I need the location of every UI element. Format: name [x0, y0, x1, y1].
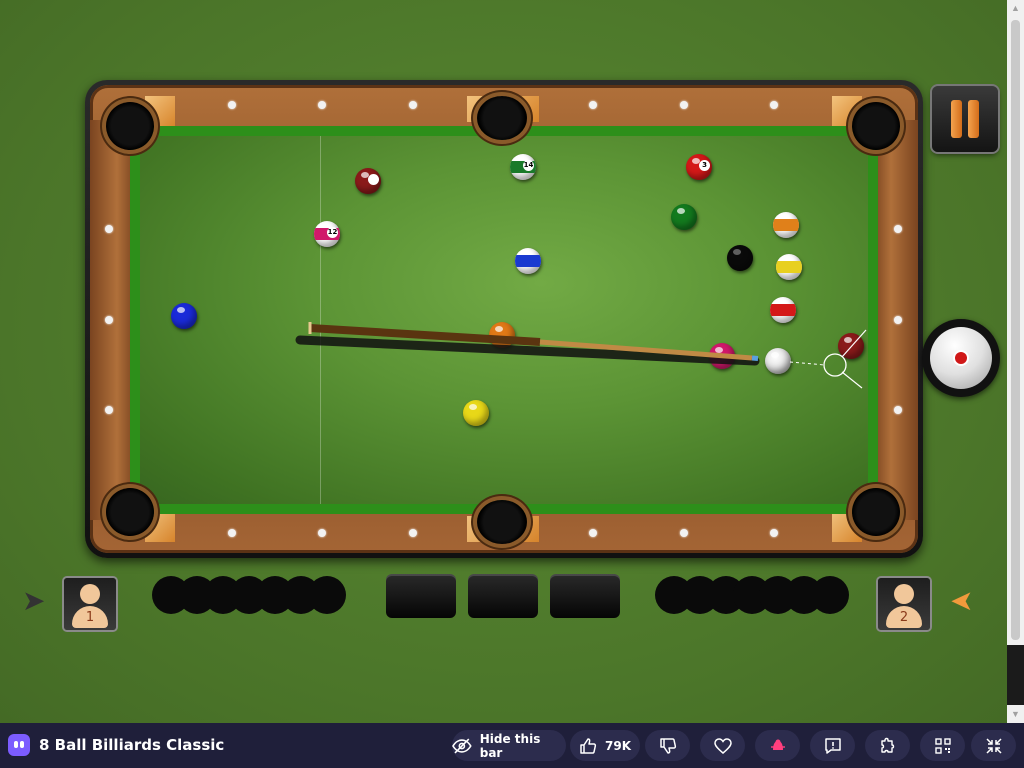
pause-icon: [951, 100, 962, 138]
favorite-button[interactable]: [700, 730, 745, 761]
scrollbar[interactable]: ▲ ▼: [1007, 0, 1024, 723]
hide-bar-button[interactable]: Hide this bar: [452, 730, 566, 761]
report-bug-button[interactable]: [755, 730, 800, 761]
feedback-button[interactable]: [810, 730, 855, 761]
qr-code-button[interactable]: [920, 730, 965, 761]
pocketed-tray: [468, 574, 538, 618]
game-title: 8 Ball Billiards Classic: [39, 736, 225, 754]
exit-fullscreen-button[interactable]: [971, 730, 1016, 761]
theater-mode-button[interactable]: [865, 730, 910, 761]
player-2-number: 2: [899, 610, 909, 625]
pocketed-tray: [386, 574, 456, 618]
scroll-down-icon[interactable]: ▼: [1007, 706, 1024, 723]
player-2-ball-slots: [655, 576, 855, 616]
player-1-number: 1: [85, 610, 95, 625]
thumbs-up-icon: [580, 737, 597, 754]
game-canvas[interactable]: 14 3 12 ➤ 1 2 ➤: [0, 0, 1007, 723]
pause-button[interactable]: [932, 86, 998, 152]
player-2-avatar: 2: [878, 578, 930, 630]
dislike-button[interactable]: [645, 730, 690, 761]
bug-icon: [770, 739, 785, 750]
feedback-icon: [824, 737, 841, 754]
player-1-ball-slots: [152, 576, 352, 616]
turn-arrow-left-icon: ➤: [22, 585, 46, 616]
scroll-up-icon[interactable]: ▲: [1007, 0, 1024, 17]
bottom-bar: 8 Ball Billiards Classic Hide this bar 7…: [0, 723, 1024, 768]
scroll-thumb[interactable]: [1011, 20, 1020, 640]
qr-code-icon: [934, 737, 951, 754]
like-button[interactable]: 79K: [570, 730, 640, 761]
player-1-avatar: 1: [64, 578, 116, 630]
spin-control[interactable]: [922, 319, 1000, 397]
turn-arrow-right-icon: ➤: [950, 585, 974, 616]
like-count: 79K: [605, 738, 631, 753]
thumbs-down-icon: [659, 737, 676, 754]
hide-bar-label: Hide this bar: [479, 731, 541, 760]
pocketed-tray: [550, 574, 620, 618]
site-logo-icon[interactable]: [8, 734, 30, 756]
puzzle-icon: [880, 737, 894, 753]
collapse-icon: [985, 737, 1002, 754]
eye-off-icon: [452, 738, 472, 753]
heart-icon: [713, 737, 732, 754]
scroll-track-dark: [1007, 645, 1024, 705]
pause-icon: [968, 100, 979, 138]
spin-point[interactable]: [955, 352, 967, 364]
